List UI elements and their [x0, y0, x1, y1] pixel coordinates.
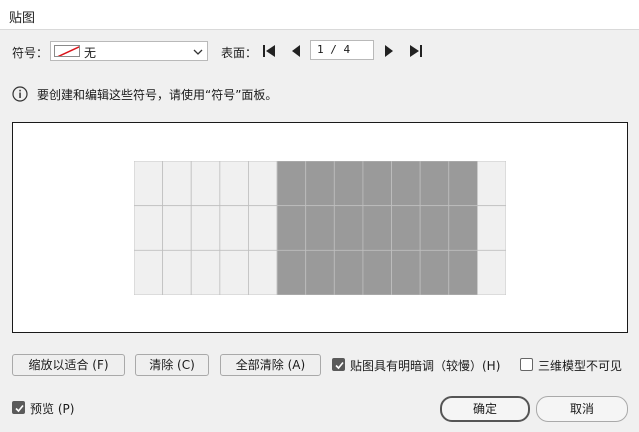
grid-cell — [419, 161, 450, 207]
window-title: 贴图 — [9, 11, 36, 26]
grid-cell — [333, 161, 364, 207]
texture-preview-canvas[interactable] — [12, 122, 628, 333]
ok-button[interactable]: 确定 — [440, 396, 530, 422]
clear-all-button[interactable]: 全部清除 (A) — [220, 354, 321, 376]
grid-cell — [476, 205, 506, 251]
preview-label: 预览 (P) — [30, 402, 75, 416]
grid-cell — [448, 249, 478, 295]
grid-cell — [248, 205, 278, 251]
grid-cell — [419, 205, 450, 251]
grid-cell — [190, 161, 221, 207]
grid-cell — [476, 161, 506, 207]
grid-cell — [162, 161, 192, 207]
none-swatch-icon — [54, 45, 80, 57]
info-icon — [12, 86, 28, 105]
symbol-row: 符号： 无 表面： 1 / 4 — [0, 38, 639, 66]
first-page-icon[interactable] — [262, 44, 276, 58]
grid-cell — [391, 205, 421, 251]
grid-cell — [391, 161, 421, 207]
title-bar: 贴图 — [0, 0, 639, 30]
grid-cell — [419, 249, 450, 295]
invisible-geometry-label: 三维模型不可见 — [538, 359, 623, 373]
cancel-button[interactable]: 取消 — [536, 396, 628, 422]
uv-map-grid — [134, 161, 506, 295]
chevron-down-icon — [193, 46, 203, 60]
grid-cell — [248, 249, 278, 295]
grid-cell — [362, 205, 392, 251]
grid-cell — [391, 249, 421, 295]
grid-cell — [276, 249, 307, 295]
grid-cell — [134, 249, 164, 295]
last-page-icon[interactable] — [409, 44, 423, 58]
symbol-dropdown[interactable]: 无 — [50, 41, 208, 61]
next-page-icon[interactable] — [382, 44, 396, 58]
info-message: 要创建和编辑这些符号，请使用“符号”面板。 — [37, 88, 278, 102]
grid-cell — [190, 249, 221, 295]
grid-cell — [134, 161, 164, 207]
grid-cell — [448, 205, 478, 251]
clear-button[interactable]: 清除 (C) — [135, 354, 209, 376]
shade-artwork-label: 贴图具有明暗调（较慢）(H) — [350, 359, 501, 373]
previous-page-icon[interactable] — [289, 44, 303, 58]
grid-cell — [162, 205, 192, 251]
checkbox-unchecked-icon — [520, 358, 533, 371]
grid-cell — [448, 161, 478, 207]
grid-cell — [276, 205, 307, 251]
grid-cell — [305, 249, 335, 295]
symbol-label: 符号： — [12, 46, 49, 60]
grid-cell — [362, 161, 392, 207]
grid-cell — [276, 161, 307, 207]
grid-cell — [219, 249, 249, 295]
grid-cell — [333, 249, 364, 295]
grid-cell — [333, 205, 364, 251]
checkbox-checked-icon — [332, 358, 345, 371]
grid-cell — [305, 161, 335, 207]
page-indicator-field[interactable]: 1 / 4 — [310, 40, 374, 60]
grid-cell — [219, 161, 249, 207]
grid-cell — [219, 205, 249, 251]
grid-cell — [305, 205, 335, 251]
grid-cell — [162, 249, 192, 295]
grid-cell — [134, 205, 164, 251]
surface-label: 表面： — [221, 46, 258, 60]
grid-cell — [362, 249, 392, 295]
grid-cell — [190, 205, 221, 251]
checkbox-checked-icon — [12, 401, 25, 414]
grid-cell — [248, 161, 278, 207]
grid-cell — [476, 249, 506, 295]
symbol-value: 无 — [84, 46, 97, 60]
scale-to-fit-button[interactable]: 缩放以适合 (F) — [12, 354, 125, 376]
